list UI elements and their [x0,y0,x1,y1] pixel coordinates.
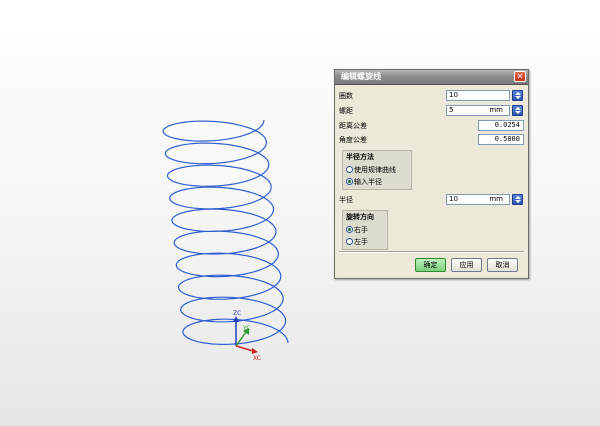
z-axis-label: ZC [233,310,241,317]
edit-helix-dialog: 编辑螺旋线 ✕ 圈数 10 螺距 5 mm 距离公差 0.0254 角度公差 0… [334,69,529,279]
pitch-label: 螺距 [339,107,353,115]
rotation-direction-title: 旋转方向 [346,213,374,221]
pitch-input[interactable]: 5 mm [446,105,510,116]
radio-unselected-icon [346,166,353,173]
x-axis [235,345,254,352]
pitch-value: 5 [449,106,454,114]
radio-unselected-icon [346,238,353,245]
distance-tolerance-label: 距离公差 [339,122,367,130]
radius-method-enter-radius[interactable]: 输入半径 [346,177,382,187]
rotation-left-hand[interactable]: 左手 [346,237,368,247]
radius-label: 半径 [339,196,353,204]
y-axis-label: YC [242,325,251,332]
angle-tolerance-label: 角度公差 [339,136,367,144]
rotation-direction-group: 旋转方向 右手 左手 [342,210,388,250]
radius-input[interactable]: 10 mm [446,194,510,205]
radio-selected-icon [346,226,353,233]
dialog-titlebar[interactable]: 编辑螺旋线 ✕ [335,70,528,85]
enter-radius-label: 输入半径 [354,178,382,186]
angle-tolerance-input[interactable]: 0.5000 [478,134,524,145]
radius-value: 10 [449,195,458,203]
radius-method-title: 半径方法 [346,153,374,161]
pitch-unit: mm [489,106,503,114]
right-hand-label: 右手 [354,226,368,234]
law-curve-label: 使用规律曲线 [354,166,396,174]
distance-tolerance-input[interactable]: 0.0254 [478,120,524,131]
cancel-button[interactable]: 取消 [487,258,518,272]
ok-button[interactable]: 确定 [415,258,446,272]
pitch-spinner[interactable] [512,105,523,116]
helix-curve[interactable] [162,119,289,345]
turns-input[interactable]: 10 [446,90,510,101]
x-axis-arrow-icon [252,348,258,354]
radius-method-group: 半径方法 使用规律曲线 输入半径 [342,150,412,190]
radius-spinner[interactable] [512,194,523,205]
helix-path[interactable] [162,119,289,345]
dialog-title: 编辑螺旋线 [341,72,381,81]
x-axis-label: XC [253,355,261,362]
apply-button[interactable]: 应用 [451,258,482,272]
radius-method-law-curve[interactable]: 使用规律曲线 [346,165,396,175]
rotation-right-hand[interactable]: 右手 [346,225,368,235]
close-button[interactable]: ✕ [514,71,526,82]
turns-label: 圈数 [339,92,353,100]
turns-spinner[interactable] [512,90,523,101]
radio-selected-icon [346,178,353,185]
radius-unit: mm [489,195,503,203]
button-separator [339,251,524,253]
left-hand-label: 左手 [354,238,368,246]
